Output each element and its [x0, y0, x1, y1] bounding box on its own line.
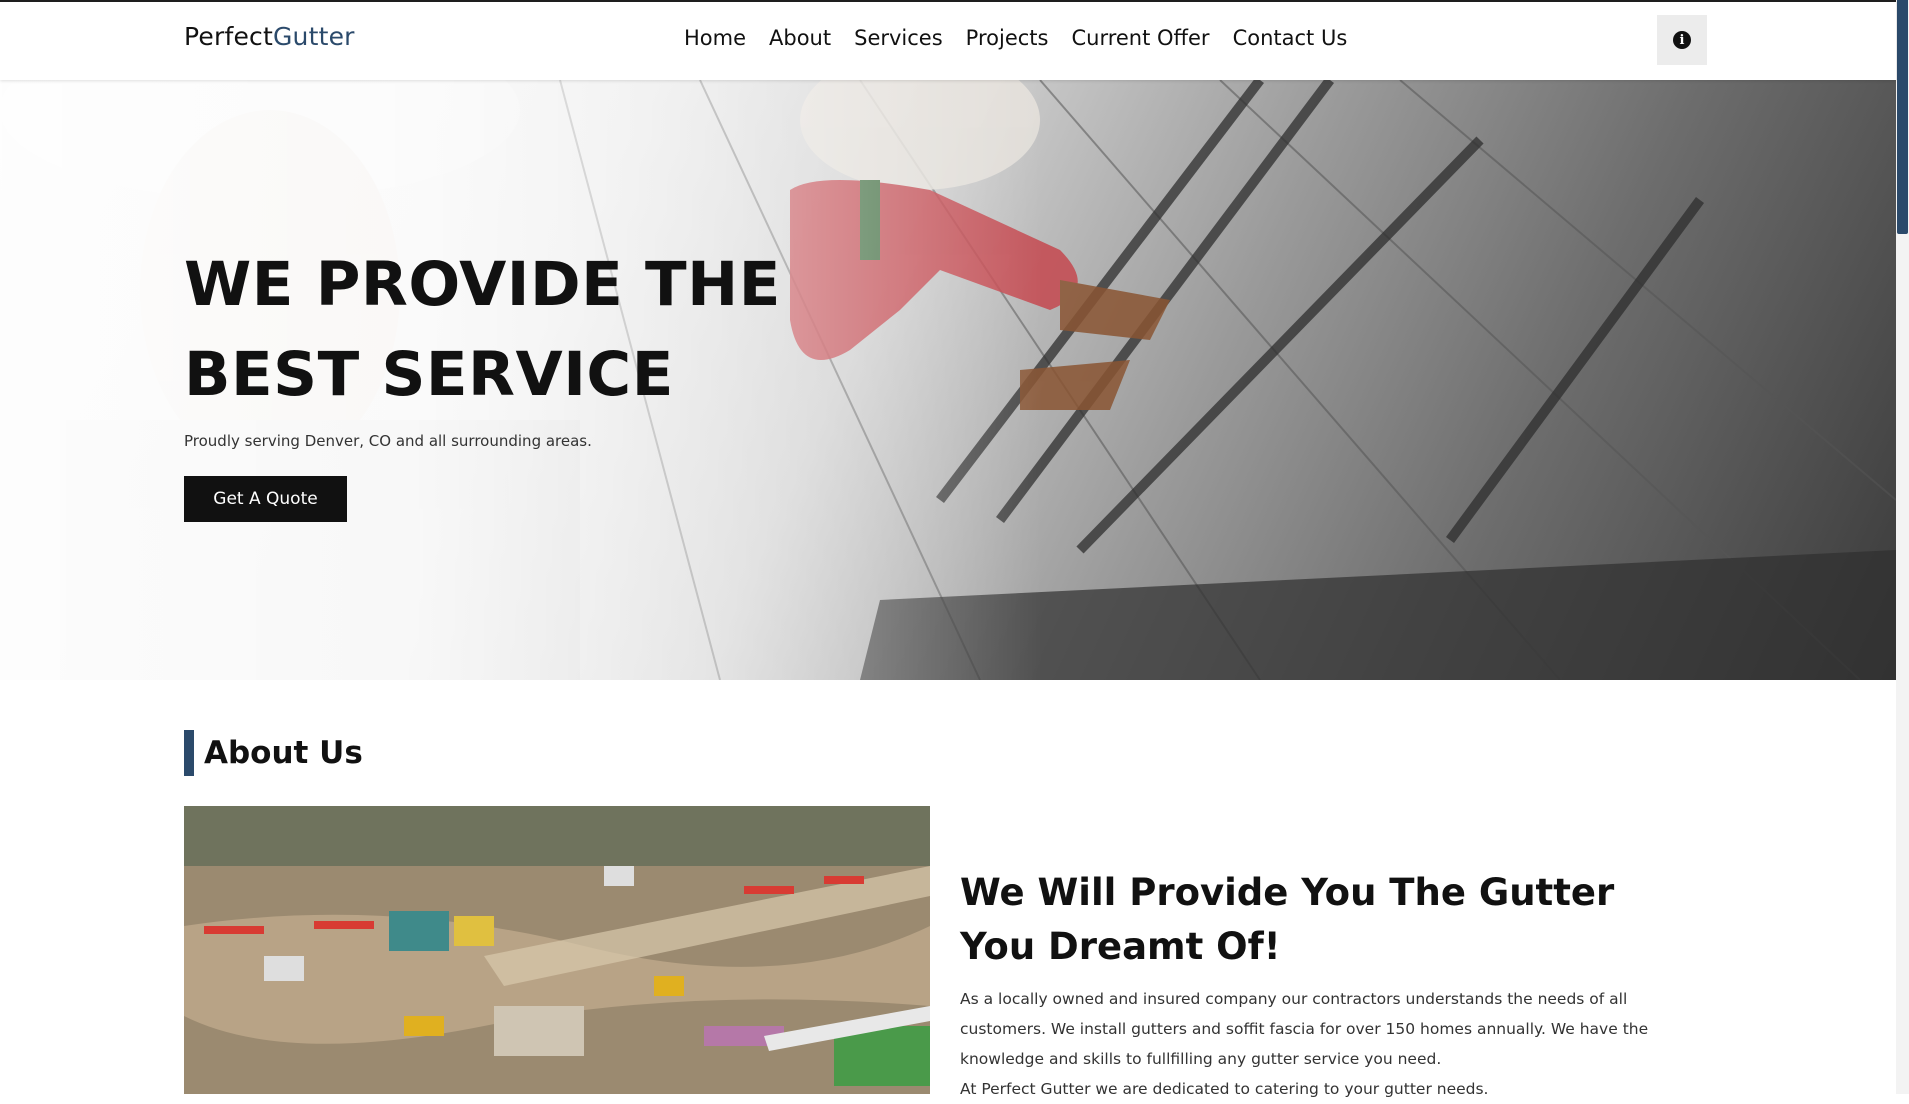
- site-header: PerfectGutter Home About Services Projec…: [0, 0, 1896, 80]
- hero-title-line2: BEST SERVICE: [184, 339, 674, 410]
- about-paragraph: As a locally owned and insured company o…: [960, 990, 1649, 1068]
- nav-item-about[interactable]: About: [769, 26, 831, 50]
- main-nav: Home About Services Projects Current Off…: [684, 26, 1370, 50]
- info-circle-icon: i: [1673, 31, 1691, 49]
- hero-subtitle: Proudly serving Denver, CO and all surro…: [184, 432, 592, 450]
- nav-item-services[interactable]: Services: [854, 26, 943, 50]
- construction-site-image: [184, 806, 930, 1094]
- brand-logo[interactable]: PerfectGutter: [184, 22, 355, 51]
- nav-item-home[interactable]: Home: [684, 26, 746, 50]
- get-quote-button[interactable]: Get A Quote: [184, 476, 347, 522]
- nav-item-contact-us[interactable]: Contact Us: [1233, 26, 1348, 50]
- about-section-heading: About Us: [184, 730, 363, 776]
- brand-name-part1: Perfect: [184, 22, 273, 51]
- hero-title: WE PROVIDE THE BEST SERVICE: [184, 240, 884, 420]
- hero-title-line1: WE PROVIDE THE: [184, 249, 781, 320]
- hero-section: WE PROVIDE THE BEST SERVICE Proudly serv…: [0, 80, 1896, 680]
- about-paragraph-2: At Perfect Gutter we are dedicated to ca…: [960, 1080, 1489, 1098]
- scrollbar-thumb[interactable]: [1897, 0, 1908, 234]
- nav-item-current-offer[interactable]: Current Offer: [1071, 26, 1209, 50]
- info-button[interactable]: i: [1657, 15, 1707, 65]
- heading-accent-bar: [184, 730, 194, 776]
- about-title: We Will Provide You The Gutter You Dream…: [960, 871, 1615, 968]
- about-heading-text: About Us: [204, 735, 363, 771]
- nav-item-projects[interactable]: Projects: [966, 26, 1049, 50]
- brand-name-part2: Gutter: [272, 22, 355, 51]
